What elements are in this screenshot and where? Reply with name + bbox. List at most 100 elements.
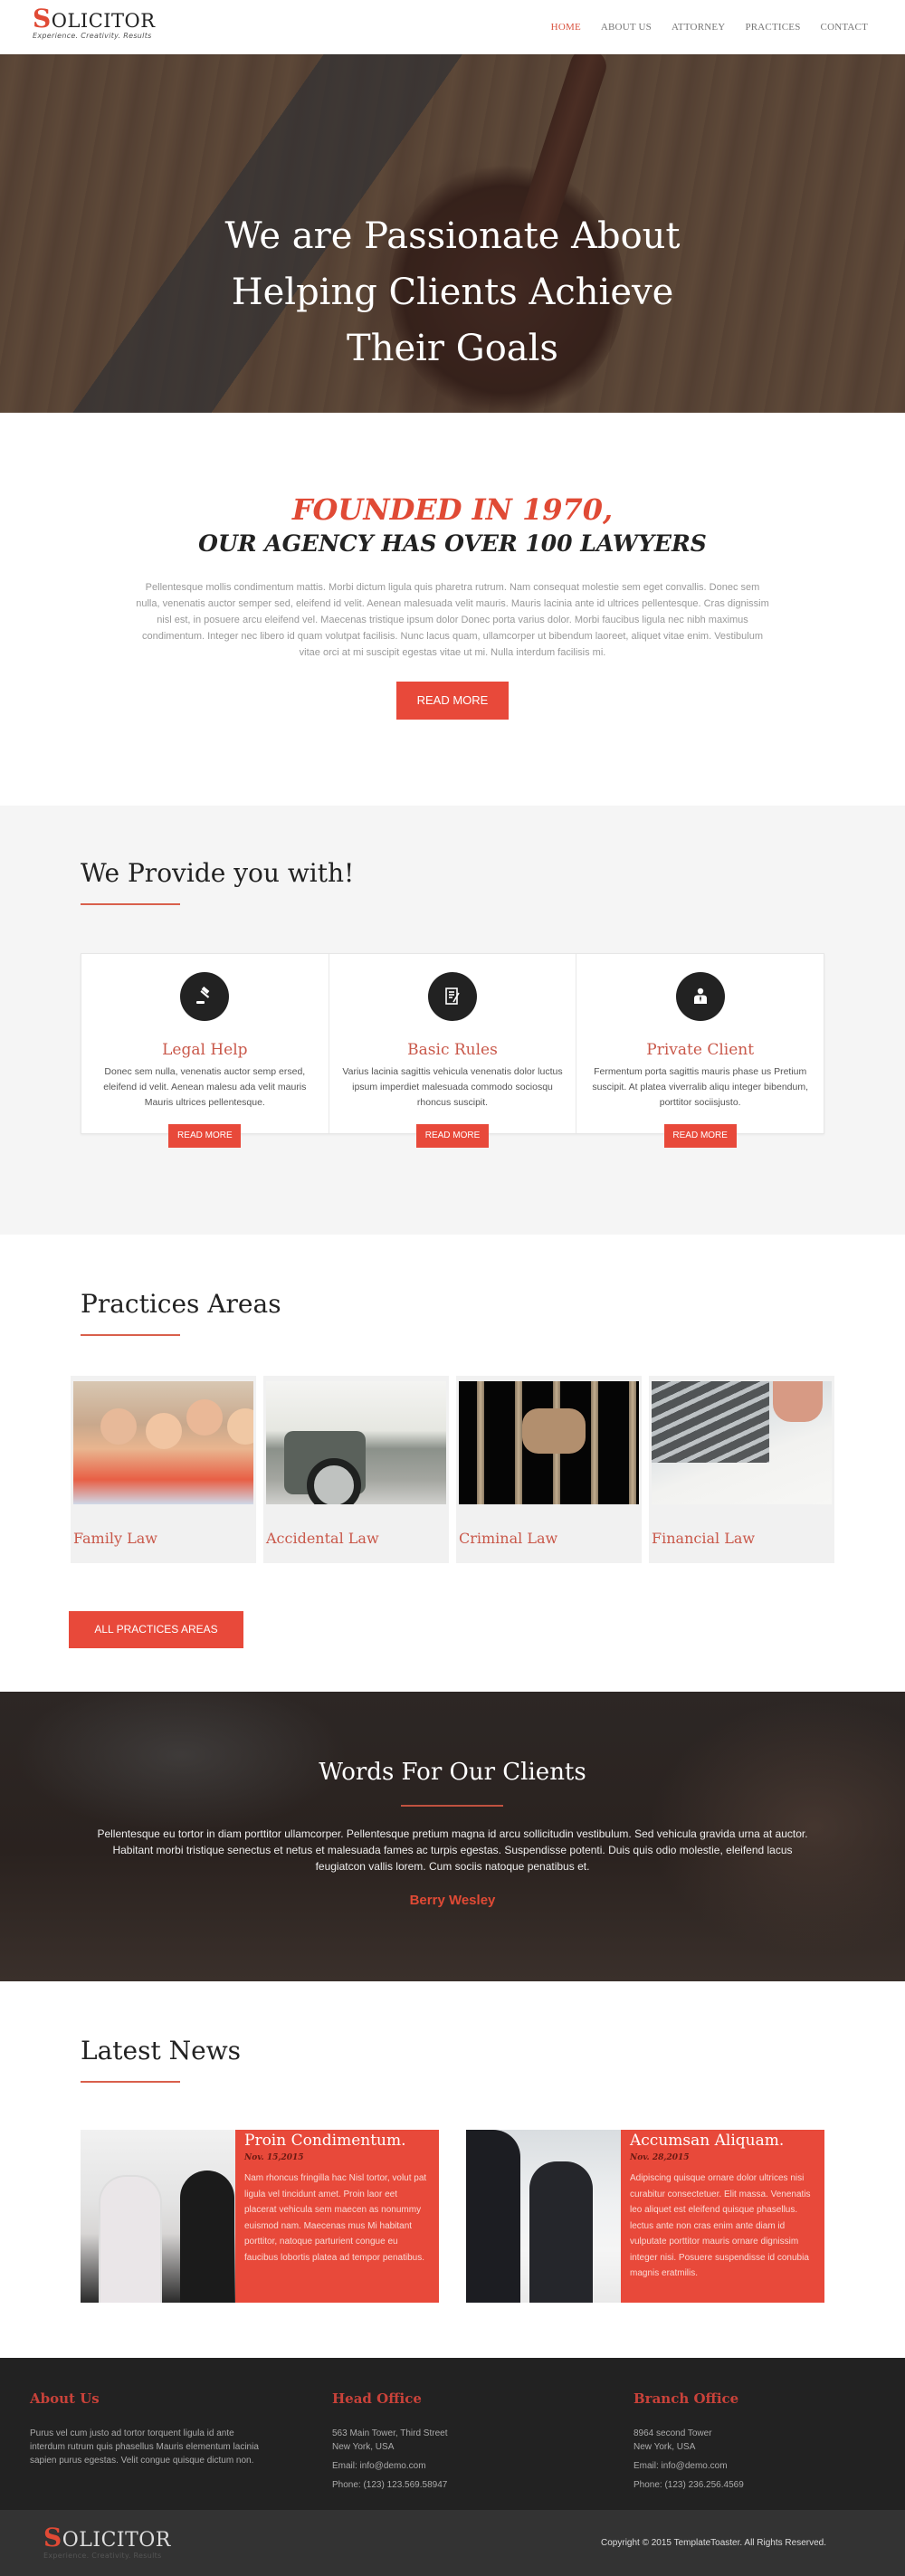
site-header: SOLICITOR Experience. Creativity. Result…: [0, 0, 905, 54]
services-title: We Provide you with!: [81, 858, 355, 888]
logo-initial: S: [33, 4, 52, 33]
phone-number: Phone: (123) 236.256.4569: [634, 2480, 744, 2490]
service-title: Legal Help: [162, 1041, 248, 1059]
service-card-basic-rules: Basic Rules Varius lacinia sagittis vehi…: [329, 954, 577, 1148]
news-card[interactable]: Proin Condimentum. Nov. 15,2015 Nam rhon…: [81, 2130, 439, 2303]
gavel-icon: [180, 972, 230, 1021]
nav-home[interactable]: HOME: [551, 22, 581, 33]
service-read-more-button[interactable]: READ MORE: [168, 1124, 242, 1148]
title-underline: [81, 903, 180, 905]
service-title: Private Client: [646, 1041, 755, 1059]
family-photo: [73, 1381, 253, 1504]
founded-section: FOUNDED IN 1970, OUR AGENCY HAS OVER 100…: [0, 413, 905, 806]
service-read-more-button[interactable]: READ MORE: [663, 1124, 737, 1148]
testimonial-author: Berry Wesley: [409, 1893, 496, 1908]
businessman-icon: [675, 972, 725, 1021]
news-card-body: Proin Condimentum. Nov. 15,2015 Nam rhon…: [235, 2130, 439, 2303]
main-nav: HOME ABOUT US ATTORNEY PRACTICES CONTACT: [551, 22, 868, 33]
practice-card-financial-law[interactable]: Financial Law: [649, 1376, 834, 1563]
address-line: New York, USA: [634, 2442, 696, 2452]
hero-title-line-3: Their Goals: [347, 328, 558, 369]
practice-card-criminal-law[interactable]: Criminal Law: [456, 1376, 642, 1563]
calculator-photo: [652, 1381, 832, 1504]
bottom-bar: SOLICITOR Experience. Creativity. Result…: [0, 2510, 905, 2576]
news-date: Nov. 15,2015: [244, 2153, 304, 2162]
footer-head-office: Head Office 563 Main Tower, Third Street…: [332, 2390, 513, 2492]
founded-subheading: OUR AGENCY HAS OVER 100 LAWYERS: [198, 530, 707, 557]
title-underline: [401, 1805, 503, 1807]
news-excerpt: Adipiscing quisque ornare dolor ultrices…: [630, 2173, 811, 2278]
site-logo[interactable]: SOLICITOR Experience. Creativity. Result…: [33, 6, 156, 41]
address-line: 8964 second Tower: [634, 2428, 712, 2438]
practice-card-family-law[interactable]: Family Law: [71, 1376, 256, 1563]
practices-title: Practices Areas: [81, 1289, 281, 1319]
news-card-body: Accumsan Aliquam. Nov. 28,2015 Adipiscin…: [621, 2130, 824, 2303]
news-title: Latest News: [81, 2036, 242, 2066]
email-link[interactable]: Email: info@demo.com: [634, 2459, 814, 2473]
address-line: 563 Main Tower, Third Street: [332, 2428, 448, 2438]
practices-section: Practices Areas Family Law Accidental La…: [0, 1235, 905, 1692]
service-cards: Legal Help Donec sem nulla, venenatis au…: [81, 953, 824, 1148]
news-photo-team: [466, 2130, 621, 2303]
car-accident-photo: [266, 1381, 446, 1504]
service-title: Basic Rules: [407, 1041, 498, 1059]
practice-card-accidental-law[interactable]: Accidental Law: [263, 1376, 449, 1563]
hero-title-line-2: Helping Clients Achieve: [231, 272, 674, 313]
all-practices-button[interactable]: ALL PRACTICES AREAS: [69, 1611, 243, 1648]
phone-number: Phone: (123) 123.569.58947: [332, 2480, 448, 2490]
news-section: Latest News Proin Condimentum. Nov. 15,2…: [0, 1981, 905, 2358]
news-excerpt: Nam rhoncus fringilla hac Nisl tortor, v…: [244, 2173, 427, 2263]
news-title-link[interactable]: Proin Condimentum.: [244, 2132, 430, 2150]
hero-title: We are Passionate About Helping Clients …: [0, 208, 905, 377]
footer-about: About Us Purus vel cum justo ad tortor t…: [30, 2390, 265, 2467]
testimonial-section: Words For Our Clients Pellentesque eu to…: [0, 1692, 905, 1981]
service-text: Donec sem nulla, venenatis auctor semp e…: [103, 1066, 307, 1108]
nav-contact[interactable]: CONTACT: [821, 22, 868, 33]
hero-banner: We are Passionate About Helping Clients …: [0, 54, 905, 413]
service-card-legal-help: Legal Help Donec sem nulla, venenatis au…: [81, 954, 329, 1148]
nav-attorney[interactable]: ATTORNEY: [672, 22, 725, 33]
testimonial-quote: Pellentesque eu tortor in diam porttitor…: [97, 1827, 808, 1873]
footer-heading: About Us: [30, 2390, 100, 2407]
footer-logo[interactable]: SOLICITOR Experience. Creativity. Result…: [43, 2525, 171, 2561]
footer-branch-office: Branch Office 8964 second Tower New York…: [634, 2390, 814, 2492]
document-signature-icon: [428, 972, 477, 1021]
practice-name[interactable]: Family Law: [73, 1530, 253, 1547]
logo-tagline: Experience. Creativity. Results: [33, 32, 152, 40]
logo-name: OLICITOR: [62, 2529, 171, 2552]
footer-about-text: Purus vel cum justo ad tortor torquent l…: [30, 2428, 259, 2466]
logo-initial: S: [43, 2523, 62, 2552]
founded-paragraph: Pellentesque mollis condimentum mattis. …: [136, 582, 769, 658]
service-text: Fermentum porta sagittis mauris phase us…: [592, 1066, 809, 1108]
service-card-private-client: Private Client Fermentum porta sagittis …: [576, 954, 824, 1148]
founded-heading: FOUNDED IN 1970,: [291, 492, 614, 527]
read-more-button[interactable]: READ MORE: [396, 682, 509, 720]
service-read-more-button[interactable]: READ MORE: [416, 1124, 489, 1148]
practice-grid: Family Law Accidental Law Criminal Law F…: [71, 1376, 834, 1563]
footer-heading: Branch Office: [634, 2390, 739, 2407]
title-underline: [81, 1334, 180, 1336]
logo-wordmark: SOLICITOR: [43, 2525, 171, 2552]
copyright-text: Copyright © 2015 TemplateToaster. All Ri…: [601, 2538, 826, 2548]
practice-name[interactable]: Criminal Law: [459, 1530, 639, 1547]
logo-wordmark: SOLICITOR: [33, 6, 156, 32]
hero-title-line-1: We are Passionate About: [224, 215, 681, 257]
services-section: We Provide you with! Legal Help Donec se…: [0, 806, 905, 1235]
testimonial-title: Words For Our Clients: [319, 1759, 586, 1786]
news-title-link[interactable]: Accumsan Aliquam.: [630, 2132, 815, 2150]
address-line: New York, USA: [332, 2442, 395, 2452]
title-underline: [81, 2081, 180, 2083]
logo-tagline: Experience. Creativity. Results: [43, 2552, 162, 2560]
news-date: Nov. 28,2015: [630, 2153, 690, 2162]
nav-practices[interactable]: PRACTICES: [745, 22, 800, 33]
nav-about-us[interactable]: ABOUT US: [601, 22, 652, 33]
service-text: Varius lacinia sagittis vehicula venenat…: [342, 1066, 563, 1108]
footer-heading: Head Office: [332, 2390, 422, 2407]
practice-name[interactable]: Accidental Law: [266, 1530, 446, 1547]
practice-name[interactable]: Financial Law: [652, 1530, 832, 1547]
news-card[interactable]: Accumsan Aliquam. Nov. 28,2015 Adipiscin…: [466, 2130, 824, 2303]
prison-bars-photo: [459, 1381, 639, 1504]
logo-name: OLICITOR: [51, 10, 156, 32]
footer: About Us Purus vel cum justo ad tortor t…: [0, 2358, 905, 2510]
email-link[interactable]: Email: info@demo.com: [332, 2459, 513, 2473]
